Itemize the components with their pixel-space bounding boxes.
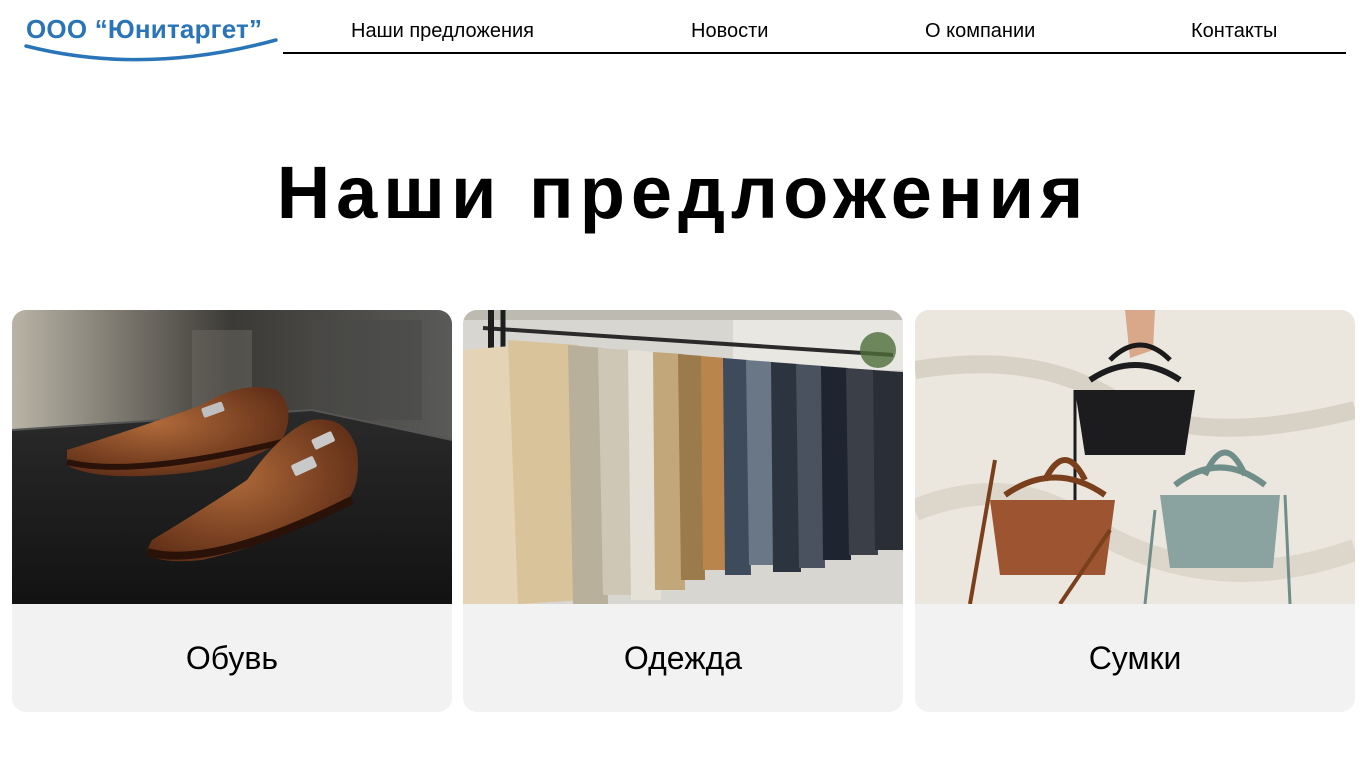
nav-item-about[interactable]: О компании (925, 20, 1035, 43)
logo-swoosh-icon (24, 38, 278, 62)
main-nav: Наши предложения Новости О компании Конт… (283, 0, 1346, 54)
page-title: Наши предложения (276, 151, 1090, 234)
card-label: Обувь (185, 639, 279, 676)
category-card-shoes[interactable]: Обувь (12, 310, 452, 712)
nav-item-news[interactable]: Новости (691, 20, 768, 43)
shoes-photo (12, 310, 452, 604)
card-label: Одежда (623, 639, 743, 676)
category-card-bags[interactable]: Сумки (915, 310, 1355, 712)
nav-item-offers[interactable]: Наши предложения (351, 20, 534, 43)
company-logo[interactable]: ООО “Юнитаргет” (24, 12, 280, 68)
clothes-rack-photo (463, 310, 903, 604)
handbags-photo (915, 310, 1355, 604)
nav-item-contacts[interactable]: Контакты (1191, 20, 1277, 43)
site-header: ООО “Юнитаргет” Наши предложения Новости… (0, 0, 1366, 70)
category-card-clothes[interactable]: Одежда (463, 310, 903, 712)
card-label: Сумки (1088, 639, 1182, 676)
